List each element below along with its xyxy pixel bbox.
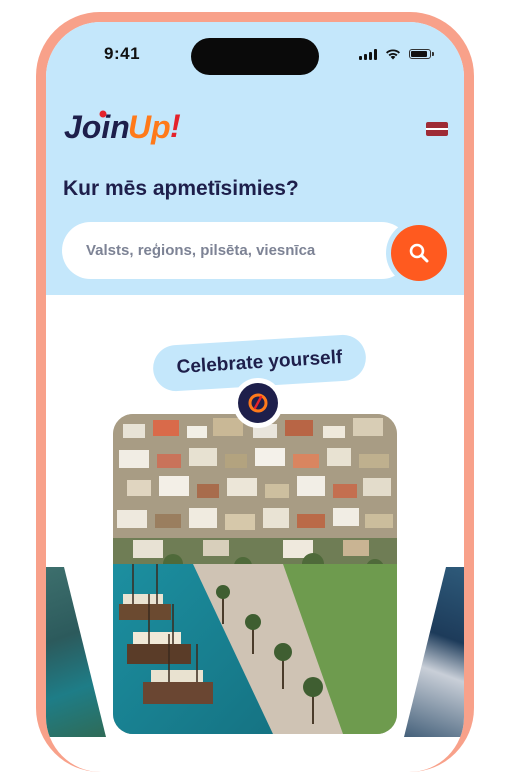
search-input[interactable] [86, 222, 386, 279]
status-icons [359, 48, 434, 60]
joinup-logo[interactable]: Join Up ! [62, 104, 186, 152]
status-time: 9:41 [104, 44, 141, 63]
status-bar: 9:41 [46, 22, 464, 82]
header-area: 9:41 Join Up ! Kur mēs apmetīsimies? Val… [46, 22, 464, 295]
page-title: Kur mēs apmetīsimies? [63, 177, 299, 200]
search-button[interactable] [391, 225, 447, 281]
battery-icon [409, 49, 434, 59]
celebration-badge-icon [238, 383, 278, 423]
celebration-badge [233, 378, 283, 428]
dynamic-island [191, 38, 319, 75]
phone-frame: 9:41 Join Up ! Kur mēs apmetīsimies? Val… [36, 12, 474, 772]
promo-tagline-text: Celebrate yourself [176, 346, 343, 379]
promo-photo[interactable] [113, 414, 397, 734]
search-icon [409, 243, 429, 263]
side-photo-right [404, 567, 464, 737]
svg-text:!: ! [170, 108, 181, 144]
coastal-harbor-town-photo [113, 414, 397, 734]
cellular-signal-icon [359, 48, 377, 60]
side-photo-left [46, 567, 106, 737]
svg-text:Up: Up [128, 109, 171, 145]
search-box [62, 222, 410, 279]
language-flag-latvia[interactable] [426, 122, 448, 136]
svg-text:Join: Join [64, 109, 130, 145]
wifi-icon [386, 49, 400, 60]
app-screen: 9:41 Join Up ! Kur mēs apmetīsimies? Val… [46, 22, 464, 772]
